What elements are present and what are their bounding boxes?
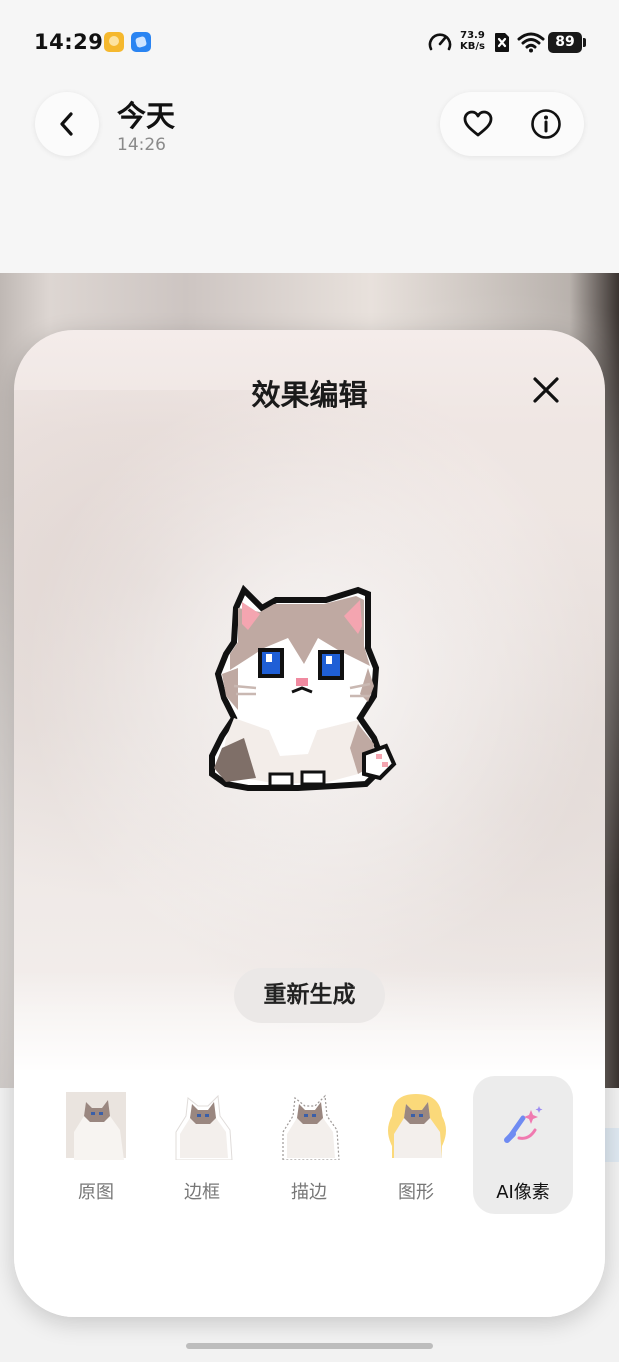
effect-option-label: 原图 [78,1182,114,1203]
frame-thumbnail [175,1094,233,1160]
pixel-cat-sticker [209,584,397,791]
speed-gauge-icon [428,31,452,57]
shape-thumbnail [388,1094,446,1158]
battery-icon: 89 [548,32,586,53]
net-speed: 73.9 KB/s [460,30,485,52]
close-icon [533,377,559,403]
effect-option-label: AI像素 [496,1182,550,1203]
original-thumbnail [66,1092,126,1160]
sim-off-icon [494,32,511,57]
info-icon [531,109,561,139]
favorite-button[interactable] [462,108,494,140]
effect-option-shape[interactable]: 图形 [366,1076,466,1214]
app-notification-blue-icon [131,32,151,52]
info-button[interactable] [530,108,562,140]
effect-option-original[interactable]: 原图 [46,1076,146,1214]
app-notification-yellow-icon [104,32,124,52]
effect-option-label: 边框 [184,1182,220,1203]
edge-thumbnail [603,1128,619,1162]
heart-icon [463,110,493,137]
effect-option-frame[interactable]: 边框 [152,1076,252,1214]
effect-option-stroke[interactable]: 描边 [259,1076,359,1214]
status-bar: 14:29 73.9 KB/s 89 [0,0,619,86]
net-speed-value: 73.9 [460,30,485,41]
back-arrow-icon [60,112,73,136]
header-actions [440,92,584,156]
status-time: 14:29 [34,30,104,54]
regenerate-button[interactable]: 重新生成 [234,968,385,1023]
home-indicator[interactable] [186,1343,433,1349]
net-speed-unit: KB/s [460,41,485,52]
ai-brush-icon [504,1106,543,1143]
wifi-icon [517,31,545,57]
effect-edit-sheet: 效果编辑 重新生成 原图 边框 描边 图形 AI像素 [14,330,605,1317]
effect-option-ai-pixel[interactable]: AI像素 [473,1076,573,1214]
stroke-thumbnail [282,1094,340,1160]
page-title: 今天 [117,99,176,133]
close-button[interactable] [526,370,566,410]
back-button[interactable] [35,92,99,156]
sheet-title: 效果编辑 [251,378,368,412]
effect-option-label: 描边 [291,1182,327,1203]
page-subtitle-time: 14:26 [117,135,166,155]
effect-option-label: 图形 [398,1182,434,1203]
